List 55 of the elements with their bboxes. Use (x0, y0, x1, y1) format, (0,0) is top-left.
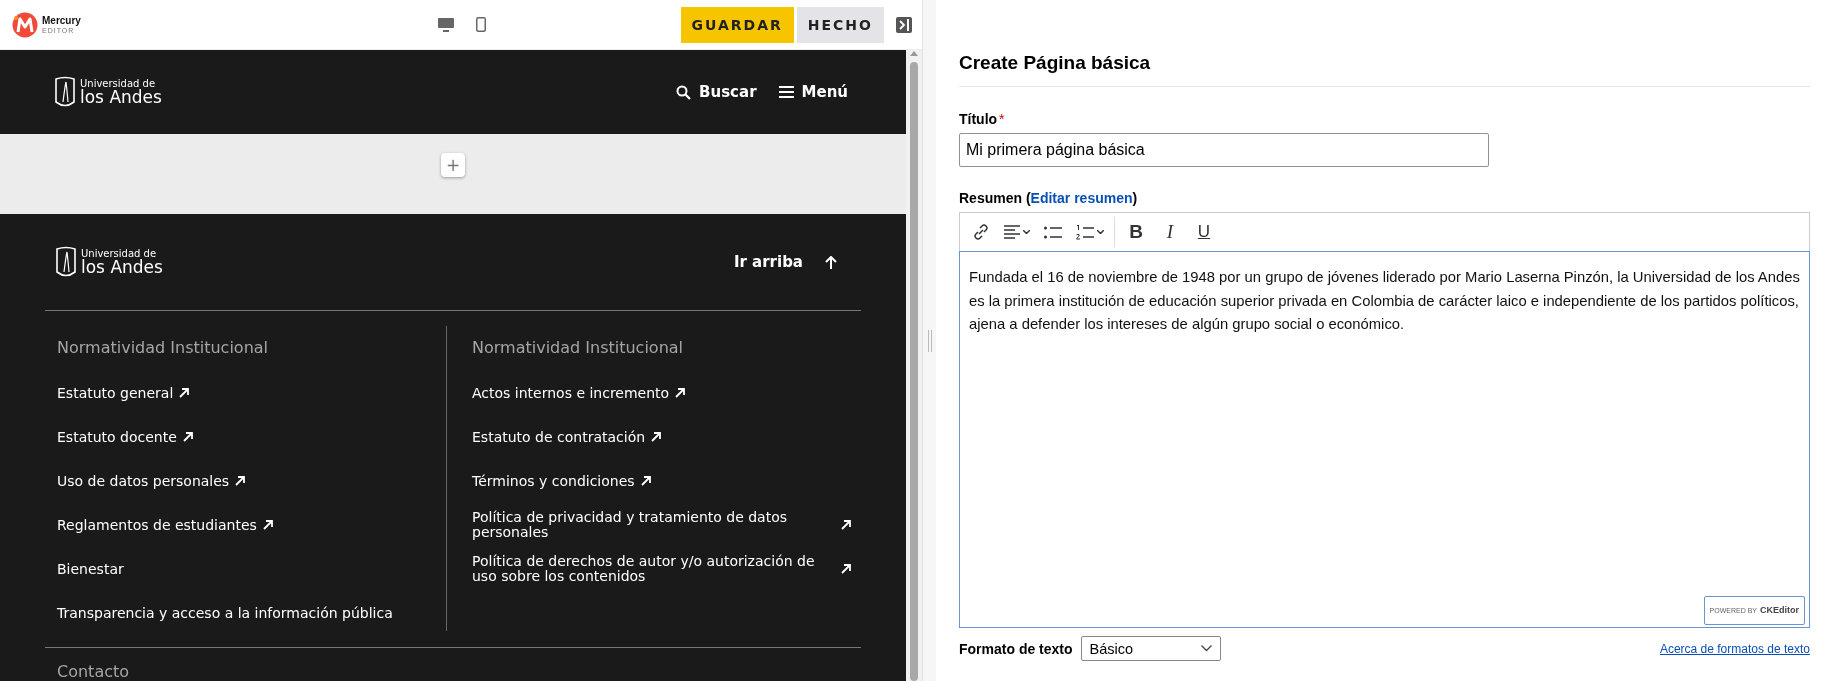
column-heading: Contacto (57, 662, 131, 681)
scrollbar[interactable] (906, 50, 922, 681)
mobile-icon[interactable] (476, 17, 486, 32)
footer-link[interactable]: Transparencia y acceso a la información pública (57, 595, 446, 631)
university-logo-icon (55, 246, 77, 278)
column-heading: Normatividad Institucional (57, 338, 270, 357)
footer-link[interactable]: Actos internos e incremento (472, 375, 861, 411)
footer-link[interactable]: Reglamentos de estudiantes (57, 507, 446, 543)
logo-text: Universidad de (80, 78, 157, 89)
up-arrow-icon (825, 255, 837, 269)
field-label: Título (959, 111, 998, 127)
add-section-button[interactable]: + (441, 153, 465, 177)
footer-link[interactable]: Política de derechos de autor y/o autorización de uso sobre los contenidos (472, 551, 861, 587)
field-label: Resumen (Editar resumen) (959, 190, 1139, 206)
footer-link[interactable]: Bienestar (57, 551, 446, 587)
save-button[interactable]: GUARDAR (680, 6, 794, 43)
footer-link[interactable]: Uso de datos personales (57, 463, 446, 499)
align-left-icon (1004, 225, 1020, 239)
footer-link[interactable]: Política de privacidad y tratamiento de datos personales (472, 507, 861, 543)
menu-button[interactable]: Menú (778, 83, 848, 101)
done-button[interactable]: HECHO (796, 6, 884, 43)
column-heading: Normatividad Institucional (472, 338, 685, 357)
numbered-list-icon (1076, 224, 1094, 240)
logo-icon (12, 11, 38, 38)
chevron-down-icon (1200, 645, 1212, 652)
drag-handle-icon[interactable] (927, 329, 932, 352)
text-formats-help-link[interactable]: Acerca de formatos de texto (1659, 641, 1810, 656)
caret-icon (1023, 230, 1030, 234)
underline-button[interactable]: U (1189, 217, 1219, 247)
footer-link[interactable]: Estatuto general (57, 375, 446, 411)
link-icon (973, 224, 989, 240)
field-label: Formato de texto (959, 640, 1073, 657)
title-input-field[interactable]: Mi primera página básica (959, 133, 1489, 167)
bold-button[interactable]: B (1121, 217, 1151, 247)
edit-summary-link[interactable]: Editar resumen (1030, 190, 1133, 206)
panel-title: Create Página básica (959, 0, 1810, 87)
logo-text: los Andes (81, 258, 163, 276)
footer-link[interactable]: Estatuto docente (57, 419, 446, 455)
desktop-icon[interactable] (438, 17, 454, 32)
menu-icon (778, 86, 794, 98)
search-button[interactable]: Buscar (676, 83, 757, 101)
caret-icon (1097, 230, 1104, 234)
text-format-select[interactable]: Básico (1080, 636, 1221, 661)
footer-link[interactable]: Términos y condiciones (472, 463, 861, 499)
logo-text: los Andes (80, 88, 162, 106)
footer-link[interactable]: Estatuto de contratación (472, 419, 861, 455)
search-icon (676, 84, 692, 100)
university-logo-icon (54, 76, 76, 108)
italic-button[interactable]: I (1155, 217, 1185, 247)
back-to-top-button[interactable]: Ir arriba (733, 253, 851, 271)
logo-text: Universidad de (81, 248, 158, 259)
logo-text: Mercury (42, 15, 81, 26)
bulleted-list-icon (1044, 225, 1062, 239)
required-mark: * (999, 111, 1005, 127)
collapse-panel-icon[interactable] (896, 16, 912, 33)
